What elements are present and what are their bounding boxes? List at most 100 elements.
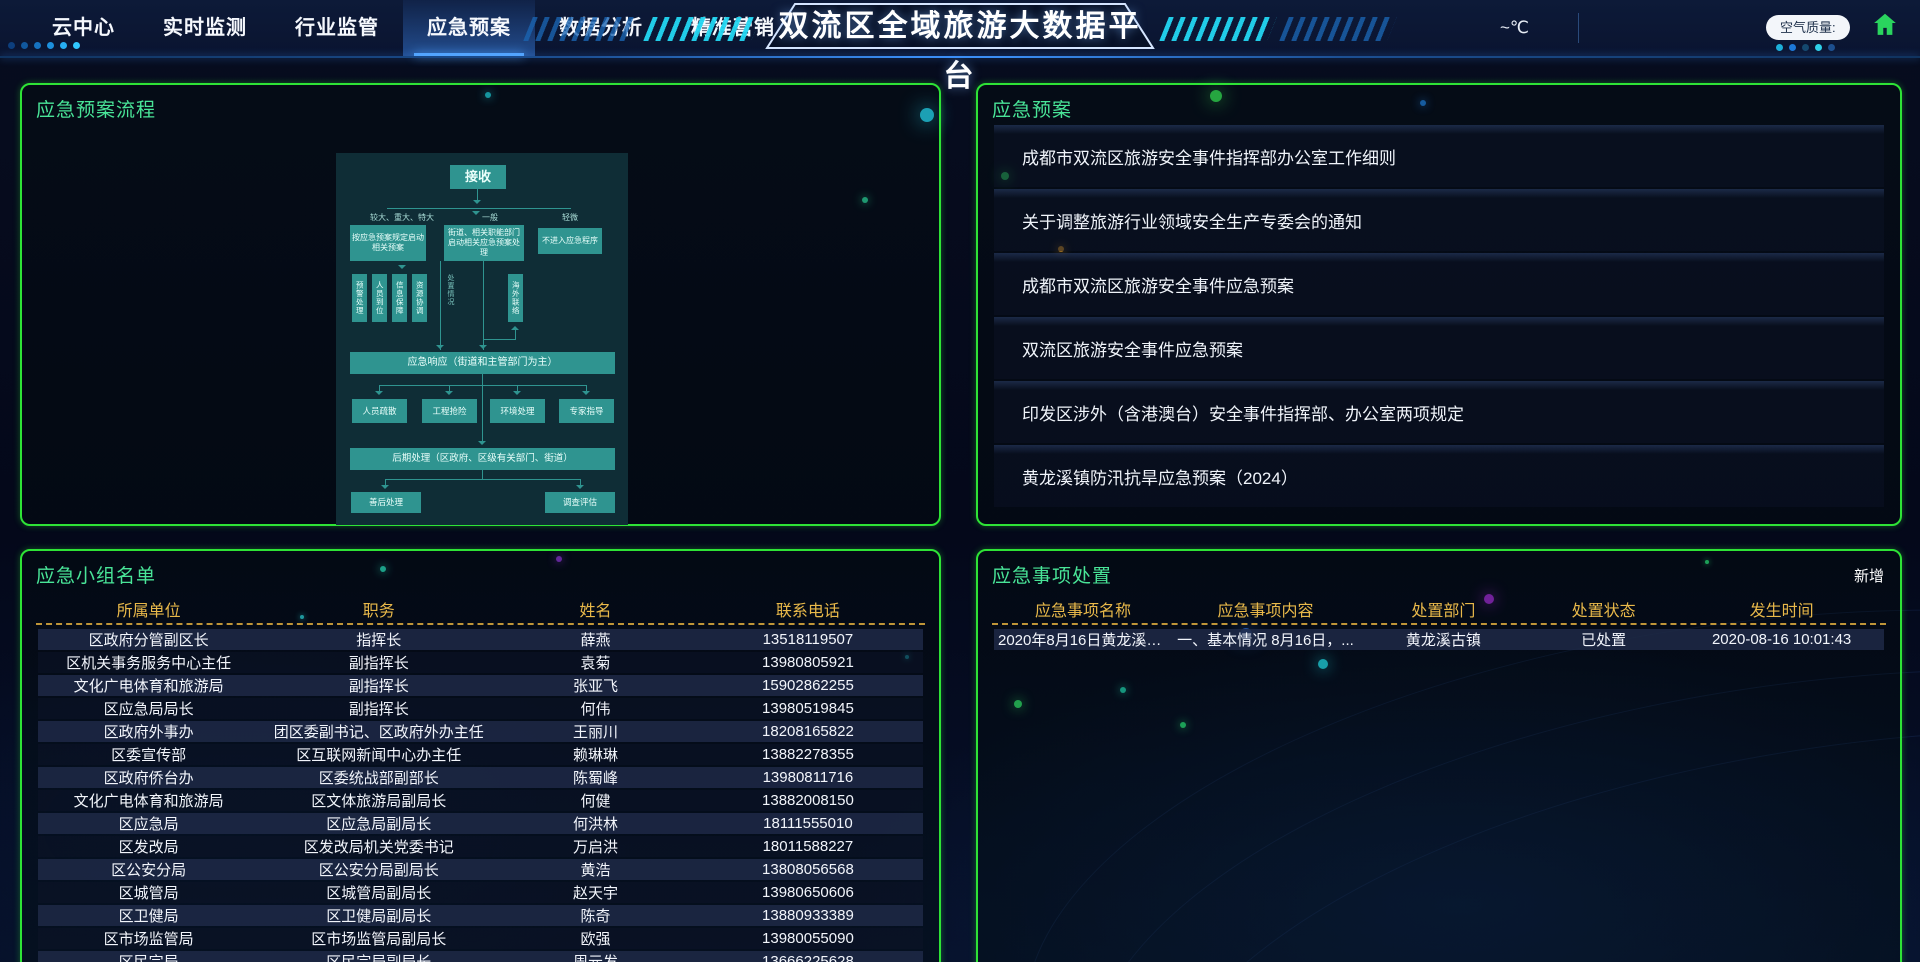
flow-node-response: 环境处理 [490, 399, 545, 423]
table-cell: 2020年8月16日黄龙溪镇... [994, 629, 1172, 650]
table-cell: 区市场监管局副局长 [259, 928, 498, 949]
emergency-flowchart: 接收 较大、重大、特大 一般 轻微 按应急预案规定启动相关预案 街道、相关职能部… [336, 153, 628, 525]
table-cell: 指挥长 [259, 629, 498, 650]
plan-item[interactable]: 黄龙溪镇防汛抗旱应急预案（2024） [994, 445, 1884, 507]
table-cell: 13518119507 [693, 631, 923, 648]
table-row: 区公安分局区公安分局副局长黄浩13808056568 [38, 859, 923, 880]
panel-title: 应急小组名单 [36, 561, 156, 588]
table-cell: 13880933389 [693, 907, 923, 924]
flow-node-overseas: 海外联络 [508, 274, 523, 322]
team-table-body: 区政府分管副区长指挥长薛燕13518119507区机关事务服务中心主任副指挥长袁… [38, 629, 923, 962]
table-row: 区政府侨台办区委统战部副部长陈蜀峰13980811716 [38, 767, 923, 788]
table-cell: 区政府侨台办 [38, 767, 259, 788]
table-row: 区城管局区城管局副局长赵天宇13980650606 [38, 882, 923, 903]
table-row: 区卫健局区卫健局副局长陈奇13880933389 [38, 905, 923, 926]
table-cell: 区发改局机关党委书记 [259, 836, 498, 857]
flow-node-level-major: 按应急预案规定启动相关预案 [350, 225, 426, 261]
table-row: 区政府外事办团区委副书记、区政府外办主任王丽川18208165822 [38, 721, 923, 742]
table-cell: 区应急局局长 [38, 698, 259, 719]
table-cell: 薛燕 [498, 629, 693, 650]
table-cell: 区文体旅游局副局长 [259, 790, 498, 811]
plan-item[interactable]: 双流区旅游安全事件应急预案 [994, 317, 1884, 379]
table-cell: 区公安分局 [38, 859, 259, 880]
nav-item-industry-supervision[interactable]: 行业监管 [271, 0, 403, 56]
flow-node-duty: 预警处理 [352, 274, 367, 322]
table-row: 区委宣传部区互联网新闻中心办主任赖琳琳13882278355 [38, 744, 923, 765]
plan-list: 成都市双流区旅游安全事件指挥部办公室工作细则关于调整旅游行业领域安全生产专委会的… [994, 125, 1884, 509]
table-header-divider [36, 623, 925, 625]
top-header: 云中心实时监测行业监管应急预案数据分析精准营销 双流区全域旅游大数据平台 ~℃ … [0, 0, 1920, 56]
team-table-header: 所属单位职务姓名联系电话 [38, 597, 923, 621]
table-cell: 区委宣传部 [38, 744, 259, 765]
flow-node-response-bar: 应急响应（街道和主管部门为主） [350, 352, 615, 374]
home-icon[interactable] [1872, 11, 1898, 37]
table-row: 区机关事务服务中心主任副指挥长袁菊13980805921 [38, 652, 923, 673]
table-cell: 袁菊 [498, 652, 693, 673]
add-incident-button[interactable]: 新增 [1854, 565, 1884, 586]
flow-branch-label: 轻微 [554, 212, 586, 223]
table-row: 文化广电体育和旅游局区文体旅游局副局长何健13882008150 [38, 790, 923, 811]
table-cell: 13882008150 [693, 792, 923, 809]
flow-node-response: 工程抢险 [422, 399, 477, 423]
table-cell: 张亚飞 [498, 675, 693, 696]
plan-item[interactable]: 关于调整旅游行业领域安全生产专委会的通知 [994, 189, 1884, 251]
header-divider [1578, 13, 1579, 43]
flow-node-response: 专家指导 [559, 399, 614, 423]
title-plaque: 双流区全域旅游大数据平台 [765, 2, 1155, 50]
table-cell: 区城管局 [38, 882, 259, 903]
column-header: 处置状态 [1528, 597, 1679, 621]
column-header: 职务 [259, 597, 498, 621]
flow-node-duty: 资源协调 [412, 274, 427, 322]
flow-branch-label: 较大、重大、特大 [354, 212, 450, 223]
column-header: 应急事项名称 [994, 597, 1172, 621]
flow-node-duty: 信息保障 [392, 274, 407, 322]
table-cell: 18208165822 [693, 723, 923, 740]
table-cell: 一、基本情况 8月16日，... [1172, 629, 1359, 650]
table-row: 区发改局区发改局机关党委书记万启洪18011588227 [38, 836, 923, 857]
decor-dots-right [1776, 44, 1835, 51]
decor-dots-left [8, 42, 80, 49]
plan-item[interactable]: 成都市双流区旅游安全事件指挥部办公室工作细则 [994, 125, 1884, 187]
incident-table-body: 2020年8月16日黄龙溪镇...一、基本情况 8月16日，...黄龙溪古镇已处… [994, 629, 1884, 652]
table-cell: 区卫健局副局长 [259, 905, 498, 926]
nav-item-realtime-monitoring[interactable]: 实时监测 [139, 0, 271, 56]
table-cell: 赖琳琳 [498, 744, 693, 765]
table-row[interactable]: 2020年8月16日黄龙溪镇...一、基本情况 8月16日，...黄龙溪古镇已处… [994, 629, 1884, 650]
table-row: 区市场监管局区市场监管局副局长欧强13980055090 [38, 928, 923, 949]
table-cell: 15902862255 [693, 677, 923, 694]
plan-item[interactable]: 成都市双流区旅游安全事件应急预案 [994, 253, 1884, 315]
nav-item-emergency-plans[interactable]: 应急预案 [403, 0, 535, 56]
column-header: 应急事项内容 [1172, 597, 1359, 621]
table-cell: 团区委副书记、区政府外办主任 [259, 721, 498, 742]
table-cell: 13980519845 [693, 700, 923, 717]
table-cell: 副指挥长 [259, 652, 498, 673]
table-cell: 副指挥长 [259, 698, 498, 719]
flow-node-response: 人员疏散 [352, 399, 407, 423]
table-cell: 13666225628 [693, 953, 923, 962]
flow-node-level-general: 街道、相关职能部门启动相关应急预案处理 [444, 225, 524, 261]
table-cell: 2020-08-16 10:01:43 [1679, 631, 1884, 648]
column-header: 所属单位 [38, 597, 259, 621]
panel-title: 应急预案流程 [36, 95, 156, 122]
decor-stripes [1279, 17, 1397, 41]
panel-emergency-plans: 应急预案 成都市双流区旅游安全事件指挥部办公室工作细则关于调整旅游行业领域安全生… [976, 83, 1902, 526]
table-header-divider [992, 623, 1886, 625]
column-header: 联系电话 [693, 597, 923, 621]
table-cell: 区互联网新闻中心办主任 [259, 744, 498, 765]
incident-table-header: 应急事项名称应急事项内容处置部门处置状态发生时间 [994, 597, 1884, 621]
table-cell: 13980811716 [693, 769, 923, 786]
panel-incident-handling: 应急事项处置 新增 应急事项名称应急事项内容处置部门处置状态发生时间 2020年… [976, 549, 1902, 962]
air-quality-badge[interactable]: 空气质量: [1766, 15, 1850, 40]
table-cell: 区机关事务服务中心主任 [38, 652, 259, 673]
table-cell: 王丽川 [498, 721, 693, 742]
flow-branch-label: 一般 [482, 212, 498, 223]
plan-item[interactable]: 印发区涉外（含港澳台）安全事件指挥部、办公室两项规定 [994, 381, 1884, 443]
column-header: 发生时间 [1679, 597, 1884, 621]
table-cell: 13882278355 [693, 746, 923, 763]
column-header: 处置部门 [1359, 597, 1528, 621]
table-cell: 黄浩 [498, 859, 693, 880]
table-cell: 13980650606 [693, 884, 923, 901]
table-row: 区应急局局长副指挥长何伟13980519845 [38, 698, 923, 719]
table-cell: 副指挥长 [259, 675, 498, 696]
table-cell: 何健 [498, 790, 693, 811]
